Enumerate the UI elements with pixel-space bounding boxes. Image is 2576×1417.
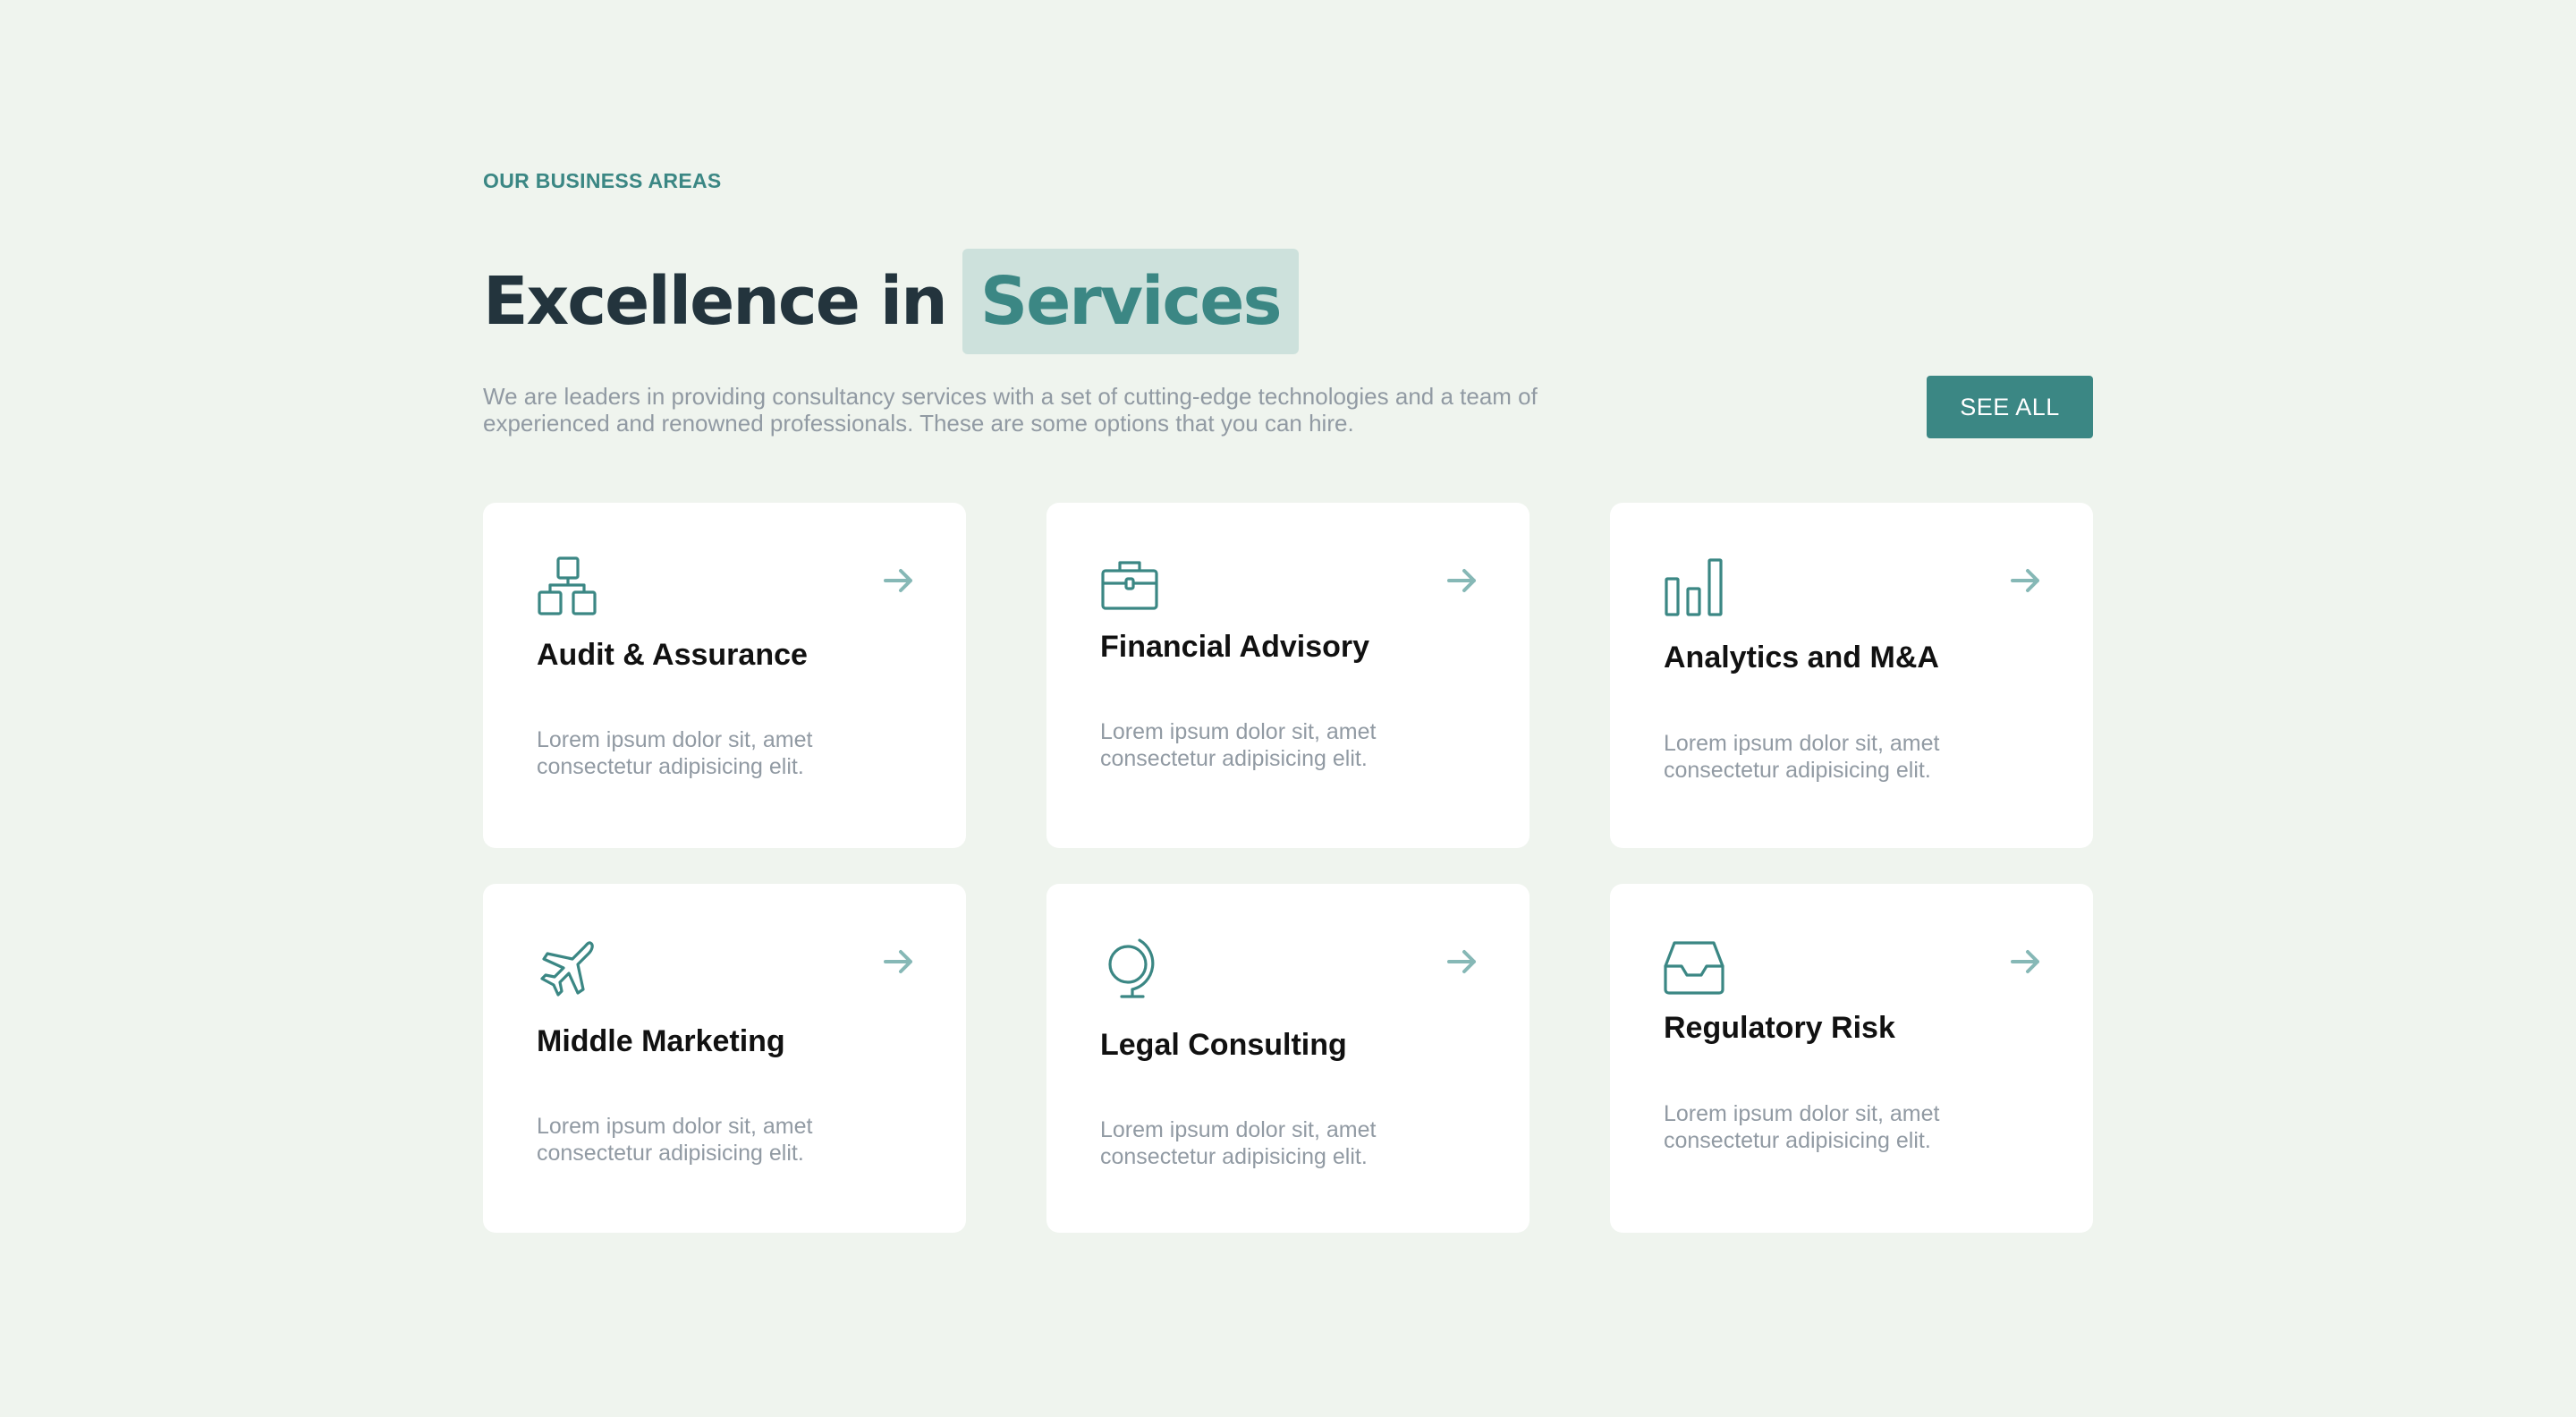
globe-icon	[1100, 938, 1161, 998]
arrow-right-icon[interactable]	[1445, 945, 1479, 979]
arrow-right-icon[interactable]	[882, 945, 916, 979]
service-title: Audit & Assurance	[537, 638, 808, 672]
service-title: Legal Consulting	[1100, 1028, 1347, 1062]
service-description: Lorem ipsum dolor sit, amet consectetur …	[537, 1114, 813, 1166]
bar-chart-icon	[1664, 556, 1724, 617]
service-card-audit-assurance[interactable]: Audit & Assurance Lorem ipsum dolor sit,…	[483, 503, 966, 848]
arrow-right-icon[interactable]	[2009, 945, 2043, 979]
service-card-analytics-ma[interactable]: Analytics and M&A Lorem ipsum dolor sit,…	[1610, 503, 2093, 848]
arrow-right-icon[interactable]	[1445, 564, 1479, 598]
hierarchy-icon	[537, 556, 597, 617]
title-highlight: Services	[962, 249, 1299, 354]
arrow-right-icon[interactable]	[2009, 564, 2043, 598]
service-title: Financial Advisory	[1100, 630, 1370, 664]
service-description: Lorem ipsum dolor sit, amet consectetur …	[1100, 719, 1377, 771]
service-title: Middle Marketing	[537, 1024, 785, 1058]
services-grid: Audit & Assurance Lorem ipsum dolor sit,…	[483, 503, 2093, 1233]
intro-row: We are leaders in providing consultancy …	[483, 376, 2093, 454]
service-description: Lorem ipsum dolor sit, amet consectetur …	[1664, 731, 1940, 783]
service-description: Lorem ipsum dolor sit, amet consectetur …	[1664, 1101, 1940, 1153]
section-title: Excellence in Services	[483, 249, 2093, 354]
arrow-right-icon[interactable]	[882, 564, 916, 598]
section-eyebrow: OUR BUSINESS AREAS	[483, 169, 722, 192]
business-areas-section: OUR BUSINESS AREAS Excellence in Service…	[483, 166, 2093, 1233]
service-card-legal-consulting[interactable]: Legal Consulting Lorem ipsum dolor sit, …	[1046, 884, 1530, 1233]
briefcase-icon	[1100, 556, 1161, 617]
service-card-financial-advisory[interactable]: Financial Advisory Lorem ipsum dolor sit…	[1046, 503, 1530, 848]
see-all-button[interactable]: SEE ALL	[1927, 376, 2093, 438]
service-title: Regulatory Risk	[1664, 1011, 1895, 1045]
service-title: Analytics and M&A	[1664, 641, 1939, 675]
service-description: Lorem ipsum dolor sit, amet consectetur …	[1100, 1117, 1377, 1169]
airplane-icon	[537, 938, 597, 998]
intro-text: We are leaders in providing consultancy …	[483, 383, 1538, 437]
service-description: Lorem ipsum dolor sit, amet consectetur …	[537, 727, 813, 779]
inbox-icon	[1664, 938, 1724, 998]
service-card-regulatory-risk[interactable]: Regulatory Risk Lorem ipsum dolor sit, a…	[1610, 884, 2093, 1233]
title-plain: Excellence in	[483, 263, 948, 340]
service-card-middle-marketing[interactable]: Middle Marketing Lorem ipsum dolor sit, …	[483, 884, 966, 1233]
